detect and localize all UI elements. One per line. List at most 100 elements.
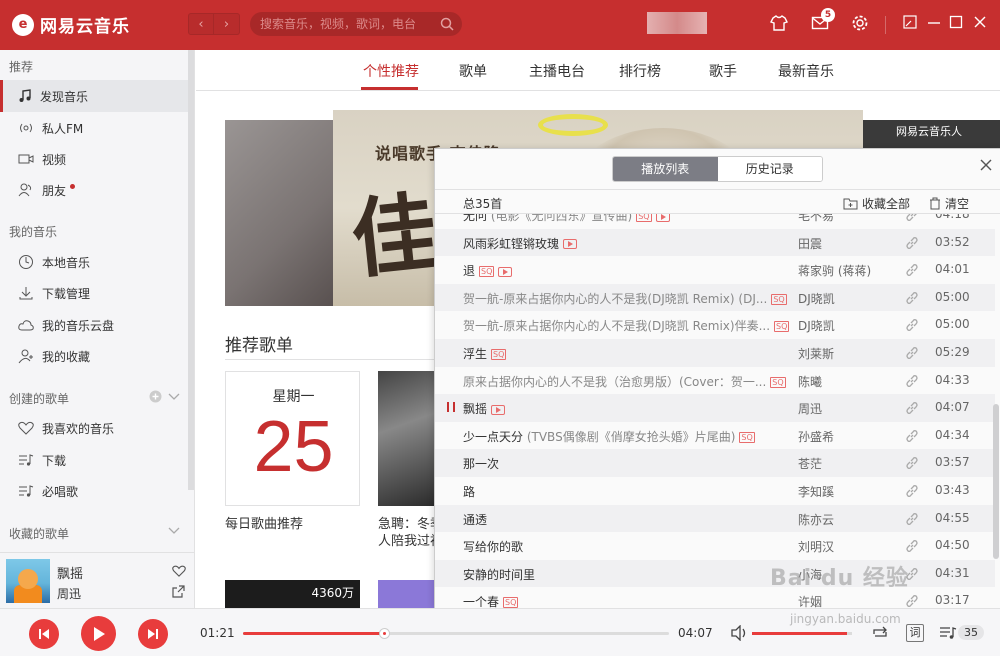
mv-icon[interactable]	[563, 239, 578, 250]
minimize-icon[interactable]	[926, 14, 942, 30]
link-icon[interactable]	[905, 594, 919, 608]
playlist-row[interactable]: 风雨彩虹铿锵玫瑰 田震 03:52	[435, 228, 995, 257]
close-icon[interactable]	[980, 159, 992, 171]
link-icon[interactable]	[905, 539, 919, 553]
sidebar-item-video[interactable]: 视频	[0, 143, 188, 175]
user-avatar-blurred[interactable]	[647, 12, 707, 34]
playlist-row[interactable]: 路 李知蹊 03:43	[435, 477, 995, 505]
song-artist[interactable]: 刘莱斯	[798, 345, 898, 362]
like-heart-icon[interactable]	[172, 565, 186, 577]
sidebar-item-cloud-drive[interactable]: 我的音乐云盘	[0, 309, 188, 341]
section-title-recommended-playlists[interactable]: 推荐歌单	[225, 331, 293, 356]
tab-artists[interactable]: 歌手	[709, 61, 737, 81]
song-artist[interactable]: 陈亦云	[798, 511, 898, 528]
app-logo[interactable]: e 网易云音乐	[12, 12, 130, 37]
song-artist[interactable]: 李知蹊	[798, 483, 898, 500]
mini-mode-icon[interactable]	[902, 14, 918, 30]
link-icon[interactable]	[905, 374, 919, 388]
song-artist[interactable]: DJ晓凯	[798, 290, 898, 307]
link-icon[interactable]	[905, 401, 919, 415]
tab-charts[interactable]: 排行榜	[619, 61, 661, 81]
song-artist[interactable]: 刘明汉	[798, 538, 898, 555]
sidebar-item-playlist-downloads[interactable]: 下载	[0, 444, 188, 476]
playlist-row[interactable]: 少一点天分 (TVBS偶像剧《俏摩女抢头婚》片尾曲) SQ 孙盛希 04:34	[435, 422, 995, 450]
tab-personal-recommend[interactable]: 个性推荐	[363, 61, 419, 81]
sidebar-item-my-collection[interactable]: 我的收藏	[0, 340, 188, 372]
link-icon[interactable]	[905, 456, 919, 470]
now-playing-title[interactable]: 飘摇	[57, 563, 83, 582]
forward-button[interactable]: ›	[214, 13, 240, 35]
playlist-row[interactable]: 原来占据你内心的人不是我（治愈男版）(Cover：贺一... SQ 陈曦 04:33	[435, 367, 995, 395]
playlist-queue-icon[interactable]	[939, 625, 957, 641]
link-icon[interactable]	[905, 346, 919, 360]
add-playlist-icon[interactable]	[149, 390, 162, 403]
link-icon[interactable]	[905, 429, 919, 443]
sidebar-item-discover-music[interactable]: 发现音乐	[0, 80, 188, 112]
maximize-icon[interactable]	[948, 14, 964, 30]
song-artist[interactable]: 苍茫	[798, 455, 898, 472]
search-icon[interactable]	[440, 17, 454, 31]
sidebar-item-local-music[interactable]: 本地音乐	[0, 246, 188, 278]
volume-icon[interactable]	[731, 625, 749, 641]
chevron-down-icon[interactable]	[168, 393, 180, 401]
lyrics-button[interactable]: 词	[906, 624, 924, 642]
progress-slider[interactable]	[243, 628, 669, 639]
playlist-row[interactable]: 写给你的歌 刘明汉 04:50	[435, 532, 995, 560]
song-artist[interactable]: 陈曦	[798, 373, 898, 390]
link-icon[interactable]	[905, 236, 919, 250]
daily-recommend-title[interactable]: 每日歌曲推荐	[225, 513, 303, 532]
tab-playlists[interactable]: 歌单	[459, 61, 487, 81]
chevron-down-icon[interactable]	[168, 527, 180, 535]
mv-icon[interactable]	[498, 266, 513, 277]
tab-history[interactable]: 历史记录	[717, 157, 822, 181]
collect-all-button[interactable]: 收藏全部	[843, 195, 910, 212]
play-button[interactable]	[81, 616, 116, 651]
tab-new-music[interactable]: 最新音乐	[778, 61, 834, 81]
playlist-row[interactable]: 退 SQ 蒋家驹 (蒋蒋) 04:01	[435, 256, 995, 284]
now-playing-mini[interactable]: 飘摇 周迅	[0, 552, 195, 608]
sidebar-item-downloads[interactable]: 下载管理	[0, 277, 188, 309]
banner-prev-slide[interactable]	[225, 120, 335, 306]
tab-now-playing-list[interactable]: 播放列表	[613, 157, 718, 181]
previous-button[interactable]	[29, 619, 59, 649]
song-artist[interactable]: 孙盛希	[798, 428, 898, 445]
playlist-row[interactable]: 无问 (电影《无问西东》宣传曲) SQ 毛不易 04:18	[435, 214, 995, 229]
gear-icon[interactable]	[851, 14, 869, 32]
link-icon[interactable]	[905, 318, 919, 332]
search-input[interactable]: 搜索音乐，视频，歌词，电台	[250, 12, 462, 36]
share-icon[interactable]	[172, 585, 185, 598]
song-artist[interactable]: 周迅	[798, 400, 898, 417]
playlist-count-badge[interactable]: 35	[958, 625, 984, 640]
song-artist[interactable]: 毛不易	[798, 214, 898, 224]
daily-recommend-card[interactable]: 星期一 25	[225, 371, 360, 506]
link-icon[interactable]	[905, 484, 919, 498]
now-playing-artist[interactable]: 周迅	[57, 585, 81, 602]
back-button[interactable]: ‹	[188, 13, 214, 35]
tab-radio[interactable]: 主播电台	[529, 61, 585, 81]
playlist-row[interactable]: 贺一航-原来占据你内心的人不是我(DJ晓凯 Remix)伴奏... SQ DJ晓凯 0…	[435, 311, 995, 339]
song-artist[interactable]: DJ晓凯	[798, 317, 898, 334]
clear-button[interactable]: 清空	[929, 195, 969, 212]
sidebar-item-private-fm[interactable]: 私人FM	[0, 112, 188, 144]
sidebar-item-liked-music[interactable]: 我喜欢的音乐	[0, 412, 188, 444]
playlist-row[interactable]: 一个春 SQ 许姻 03:17	[435, 587, 995, 608]
playlist-row[interactable]: 飘摇 周迅 04:07	[435, 394, 995, 422]
sidebar-item-must-sing[interactable]: 必唱歌	[0, 475, 188, 507]
skin-icon[interactable]	[770, 14, 788, 32]
playlist-card-cover-2[interactable]: 4360万	[225, 580, 360, 608]
loop-mode-icon[interactable]	[871, 625, 889, 641]
link-icon[interactable]	[905, 512, 919, 526]
sidebar-item-friends[interactable]: 朋友	[0, 174, 188, 206]
progress-knob[interactable]	[378, 628, 390, 639]
mv-icon[interactable]	[491, 404, 506, 415]
close-icon[interactable]	[972, 14, 988, 30]
playlist-row[interactable]: 安静的时间里 小海 04:31	[435, 559, 995, 588]
playlist-row[interactable]: 通透 陈亦云 04:55	[435, 504, 995, 533]
playlist-row[interactable]: 浮生 SQ 刘莱斯 05:29	[435, 339, 995, 367]
mv-icon[interactable]	[655, 214, 670, 222]
link-icon[interactable]	[905, 214, 919, 222]
playlist-row[interactable]: 那一次 苍茫 03:57	[435, 449, 995, 477]
playlist-row[interactable]: 贺一航-原来占据你内心的人不是我(DJ晓凯 Remix) (DJ... SQ DJ晓…	[435, 283, 995, 312]
next-button[interactable]	[138, 619, 168, 649]
link-icon[interactable]	[905, 263, 919, 277]
